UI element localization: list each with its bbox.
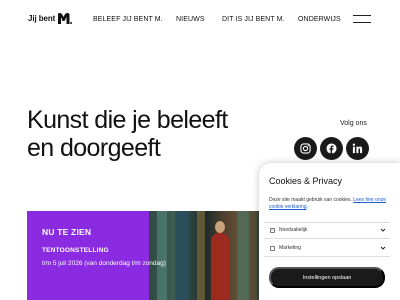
- menu-icon: [353, 15, 371, 17]
- site-logo[interactable]: Jij bent: [28, 13, 73, 24]
- cookie-consent-panel: Cookies & Privacy Deze site maakt gebrui…: [259, 163, 400, 300]
- exhibition-card[interactable]: NU TE ZIEN TENTOONSTELLING t/m 5 juli 20…: [27, 211, 275, 300]
- logo-m-icon: [58, 13, 73, 24]
- hero-title-line2: en doorgeeft: [27, 134, 161, 162]
- cookie-option-label: Marketing: [279, 245, 301, 251]
- exhibition-type: TENTOONSTELLING: [42, 247, 109, 254]
- nav-item-dit-is[interactable]: DIT IS JIJ BENT M.: [222, 16, 285, 23]
- exhibition-card-panel: [27, 211, 149, 300]
- hero-title-line1: Kunst die je beleeft: [27, 106, 228, 134]
- linkedin-icon: [352, 143, 363, 154]
- linkedin-link[interactable]: [346, 137, 369, 160]
- exhibition-dates: t/m 5 juli 2026 (van donderdag t/m zonda…: [42, 260, 166, 267]
- chevron-down-icon[interactable]: [380, 227, 386, 233]
- cookie-title: Cookies & Privacy: [269, 176, 343, 186]
- exhibition-photo: [149, 211, 275, 300]
- cookie-option-label: Noodzakelijk: [279, 227, 308, 233]
- chevron-down-icon[interactable]: [380, 245, 386, 251]
- nav-item-nieuws[interactable]: NIEUWS: [176, 16, 205, 23]
- logo-text: Jij bent: [28, 14, 56, 23]
- divider: [264, 256, 390, 257]
- nav-item-beleef[interactable]: BELEEF JIJ BENT M.: [93, 16, 163, 23]
- cookie-description: Deze site maakt gebruik van cookies. Lee…: [269, 197, 387, 210]
- menu-button[interactable]: [353, 15, 371, 23]
- facebook-icon: [326, 143, 337, 154]
- instagram-link[interactable]: [294, 137, 317, 160]
- follow-label: Volg ons: [340, 120, 367, 127]
- facebook-link[interactable]: [320, 137, 343, 160]
- nav-item-onderwijs[interactable]: ONDERWIJS: [298, 16, 341, 23]
- save-settings-button[interactable]: Instellingen opslaan: [269, 267, 385, 288]
- divider: [264, 238, 390, 239]
- exhibition-kicker: NU TE ZIEN: [42, 227, 92, 237]
- cookie-description-text: Deze site maakt gebruik van cookies.: [269, 197, 354, 203]
- checkbox-icon[interactable]: [270, 245, 275, 251]
- instagram-icon: [300, 143, 311, 154]
- cookie-option-marketing[interactable]: Marketing: [264, 241, 390, 255]
- checkbox-checked-icon[interactable]: ✓: [270, 227, 275, 233]
- hero-title: Kunst die je beleeft en doorgeeft: [27, 106, 228, 162]
- cookie-option-noodzakelijk[interactable]: ✓ Noodzakelijk: [264, 223, 390, 237]
